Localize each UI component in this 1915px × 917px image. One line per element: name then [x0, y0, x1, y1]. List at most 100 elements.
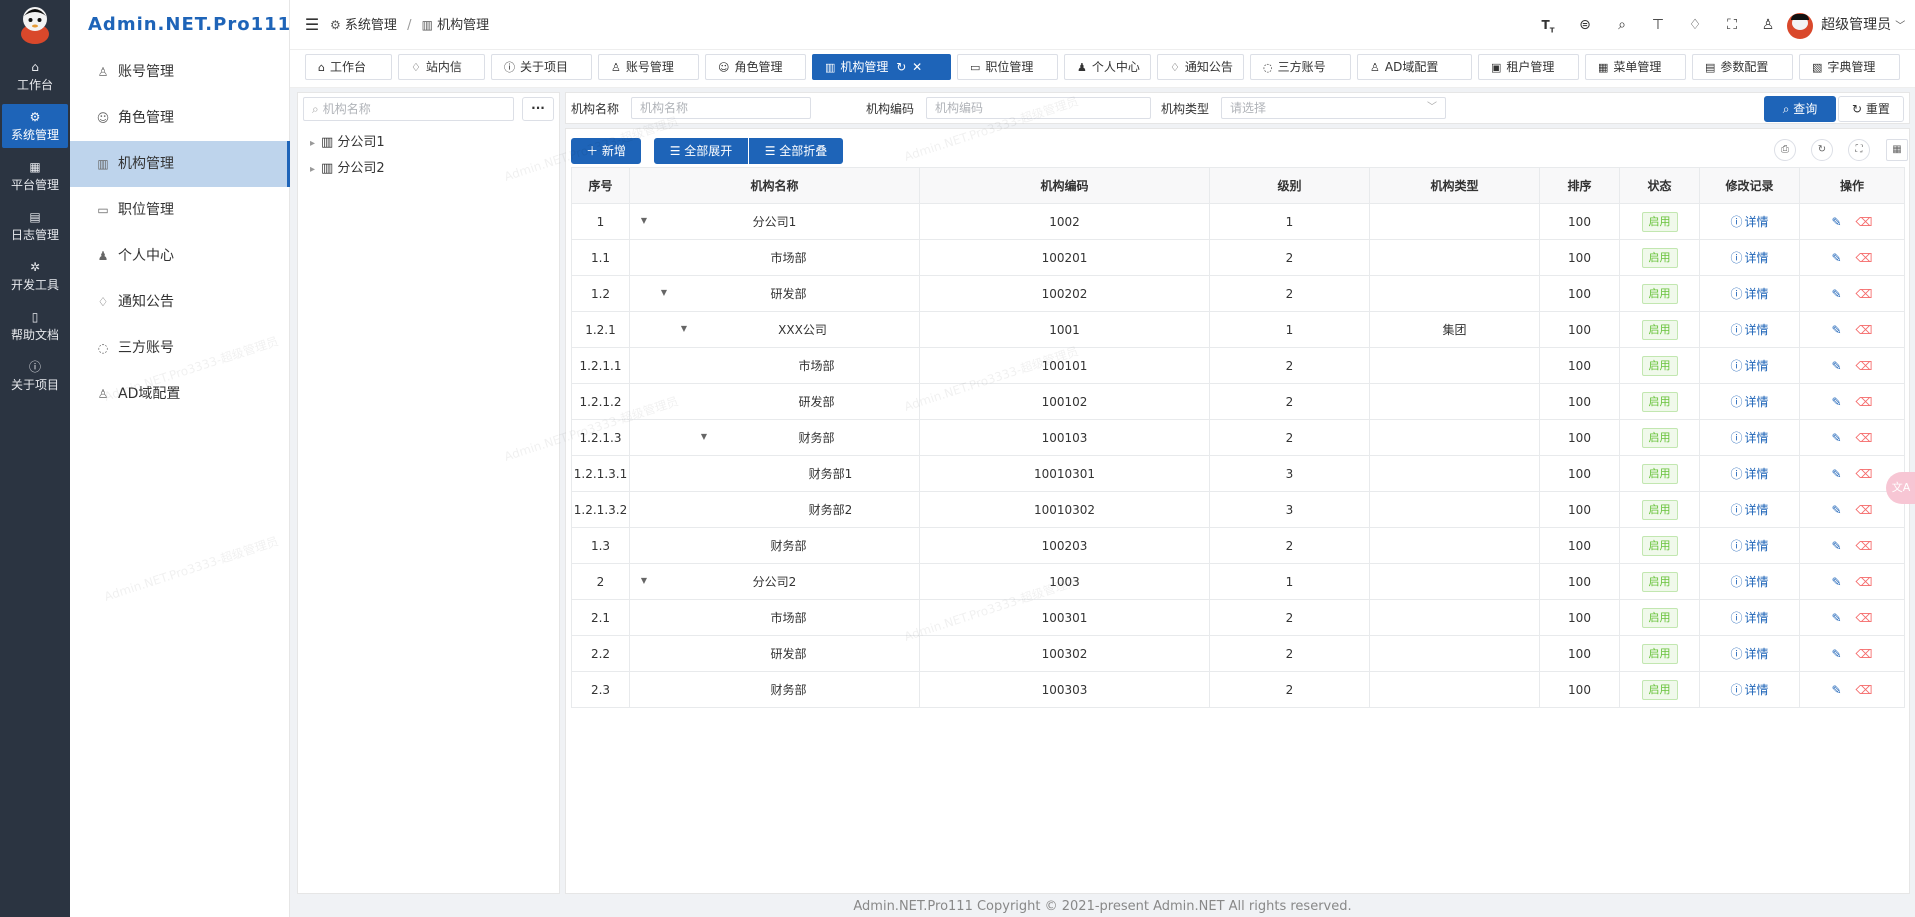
tab-3[interactable]: ♙ 账号管理 — [598, 54, 699, 80]
detail-link[interactable]: ⓘ 详情 — [1730, 575, 1768, 589]
search-icon[interactable]: ⌕ — [1612, 15, 1632, 35]
edit-icon[interactable]: ✎ — [1831, 251, 1841, 265]
tab-4[interactable]: ☺ 角色管理 — [705, 54, 806, 80]
delete-icon[interactable]: ⌫ — [1856, 611, 1873, 625]
delete-icon[interactable]: ⌫ — [1856, 359, 1873, 373]
expand-all-button[interactable]: ☰ 全部展开 — [654, 138, 748, 164]
name-input[interactable]: 机构名称 — [631, 97, 811, 119]
font-size-icon[interactable]: TT — [1538, 15, 1558, 35]
tab-6[interactable]: ▭ 职位管理 — [957, 54, 1058, 80]
rail-item-4[interactable]: ✲ 开发工具 — [0, 254, 70, 298]
menu-item-6[interactable]: ◌ 三方账号 — [70, 325, 290, 371]
fullscreen-icon[interactable]: ⛶ — [1722, 15, 1742, 35]
menu-item-0[interactable]: ♙ 账号管理 — [70, 49, 290, 95]
detail-link[interactable]: ⓘ 详情 — [1730, 467, 1768, 481]
detail-link[interactable]: ⓘ 详情 — [1730, 431, 1768, 445]
detail-link[interactable]: ⓘ 详情 — [1730, 539, 1768, 553]
rail-item-0[interactable]: ⌂ 工作台 — [0, 54, 70, 98]
edit-icon[interactable]: ✎ — [1831, 503, 1841, 517]
close-icon[interactable]: ✕ — [908, 60, 922, 74]
rail-item-1[interactable]: ⚙ 系统管理 — [2, 104, 68, 148]
delete-icon[interactable]: ⌫ — [1856, 431, 1873, 445]
tree-more-button[interactable]: ··· — [522, 97, 554, 121]
delete-icon[interactable]: ⌫ — [1856, 647, 1873, 661]
detail-link[interactable]: ⓘ 详情 — [1730, 683, 1768, 697]
theme-shirt-icon[interactable]: ⊤ — [1648, 15, 1668, 35]
tree-search-input[interactable]: ⌕ 机构名称 — [303, 97, 514, 121]
tab-7[interactable]: ♟ 个人中心 — [1064, 54, 1151, 80]
translate-float-button[interactable]: 文A — [1886, 472, 1915, 504]
rail-item-3[interactable]: ▤ 日志管理 — [0, 204, 70, 248]
refresh-icon[interactable]: ↻ — [1811, 139, 1833, 161]
edit-icon[interactable]: ✎ — [1831, 287, 1841, 301]
delete-icon[interactable]: ⌫ — [1856, 539, 1873, 553]
tab-5[interactable]: ▥ 机构管理 ↻ ✕ — [812, 54, 951, 80]
edit-icon[interactable]: ✎ — [1831, 215, 1841, 229]
edit-icon[interactable]: ✎ — [1831, 647, 1841, 661]
edit-icon[interactable]: ✎ — [1831, 575, 1841, 589]
detail-link[interactable]: ⓘ 详情 — [1730, 647, 1768, 661]
menu-item-5[interactable]: ♢ 通知公告 — [70, 279, 290, 325]
detail-link[interactable]: ⓘ 详情 — [1730, 251, 1768, 265]
tree-node[interactable]: ▸ ▥ 分公司2 — [310, 158, 385, 180]
rail-item-2[interactable]: ▦ 平台管理 — [0, 154, 70, 198]
code-input[interactable]: 机构编码 — [926, 97, 1151, 119]
tab-8[interactable]: ♢ 通知公告 — [1157, 54, 1244, 80]
delete-icon[interactable]: ⌫ — [1856, 467, 1873, 481]
collapse-all-button[interactable]: ☰ 全部折叠 — [749, 138, 843, 164]
tab-2[interactable]: ⓘ 关于项目 — [491, 54, 592, 80]
rail-item-6[interactable]: ⓘ 关于项目 — [0, 354, 70, 398]
edit-icon[interactable]: ✎ — [1831, 539, 1841, 553]
edit-icon[interactable]: ✎ — [1831, 359, 1841, 373]
print-icon[interactable]: ⎙ — [1774, 139, 1796, 161]
detail-link[interactable]: ⓘ 详情 — [1730, 503, 1768, 517]
edit-icon[interactable]: ✎ — [1831, 611, 1841, 625]
tree-node[interactable]: ▸ ▥ 分公司1 — [310, 132, 385, 154]
detail-link[interactable]: ⓘ 详情 — [1730, 611, 1768, 625]
column-settings-icon[interactable]: ▦ — [1886, 139, 1908, 161]
user-menu[interactable]: 超级管理员 ﹀ — [1787, 11, 1905, 39]
user-outline-icon[interactable]: ♙ — [1758, 15, 1778, 35]
edit-icon[interactable]: ✎ — [1831, 395, 1841, 409]
tab-1[interactable]: ♢ 站内信 — [398, 54, 485, 80]
rail-item-5[interactable]: ▯ 帮助文档 — [0, 304, 70, 348]
detail-link[interactable]: ⓘ 详情 — [1730, 323, 1768, 337]
caret-right-icon[interactable]: ▸ — [310, 138, 315, 149]
detail-link[interactable]: ⓘ 详情 — [1730, 287, 1768, 301]
tab-10[interactable]: ♙ AD域配置 — [1357, 54, 1472, 80]
delete-icon[interactable]: ⌫ — [1856, 251, 1873, 265]
reset-button[interactable]: ↻ 重置 — [1838, 96, 1904, 122]
tab-13[interactable]: ▤ 参数配置 — [1692, 54, 1793, 80]
search-button[interactable]: ⌕ 查询 — [1764, 96, 1836, 122]
delete-icon[interactable]: ⌫ — [1856, 575, 1873, 589]
delete-icon[interactable]: ⌫ — [1856, 215, 1873, 229]
caret-right-icon[interactable]: ▸ — [310, 164, 315, 175]
tab-9[interactable]: ◌ 三方账号 — [1250, 54, 1351, 80]
delete-icon[interactable]: ⌫ — [1856, 323, 1873, 337]
menu-item-4[interactable]: ♟ 个人中心 — [70, 233, 290, 279]
fullscreen-icon[interactable]: ⛶ — [1848, 139, 1870, 161]
detail-link[interactable]: ⓘ 详情 — [1730, 395, 1768, 409]
edit-icon[interactable]: ✎ — [1831, 683, 1841, 697]
type-select[interactable]: 请选择 ﹀ — [1221, 97, 1446, 119]
menu-item-1[interactable]: ☺ 角色管理 — [70, 95, 290, 141]
tab-12[interactable]: ▦ 菜单管理 — [1585, 54, 1686, 80]
breadcrumb-item[interactable]: 系统管理 — [345, 18, 397, 33]
delete-icon[interactable]: ⌫ — [1856, 503, 1873, 517]
menu-item-2[interactable]: ▥ 机构管理 — [70, 141, 290, 187]
language-icon[interactable]: ⊜ — [1575, 15, 1595, 35]
detail-link[interactable]: ⓘ 详情 — [1730, 215, 1768, 229]
tab-0[interactable]: ⌂ 工作台 — [305, 54, 392, 80]
edit-icon[interactable]: ✎ — [1831, 323, 1841, 337]
menu-item-7[interactable]: ♙ AD域配置 — [70, 371, 290, 417]
edit-icon[interactable]: ✎ — [1831, 467, 1841, 481]
menu-toggle-icon[interactable]: ☰ — [302, 15, 322, 35]
edit-icon[interactable]: ✎ — [1831, 431, 1841, 445]
tab-11[interactable]: ▣ 租户管理 — [1478, 54, 1579, 80]
tab-14[interactable]: ▧ 字典管理 — [1799, 54, 1900, 80]
detail-link[interactable]: ⓘ 详情 — [1730, 359, 1768, 373]
menu-item-3[interactable]: ▭ 职位管理 — [70, 187, 290, 233]
add-button[interactable]: ＋ 新增 — [571, 138, 641, 164]
delete-icon[interactable]: ⌫ — [1856, 287, 1873, 301]
delete-icon[interactable]: ⌫ — [1856, 395, 1873, 409]
